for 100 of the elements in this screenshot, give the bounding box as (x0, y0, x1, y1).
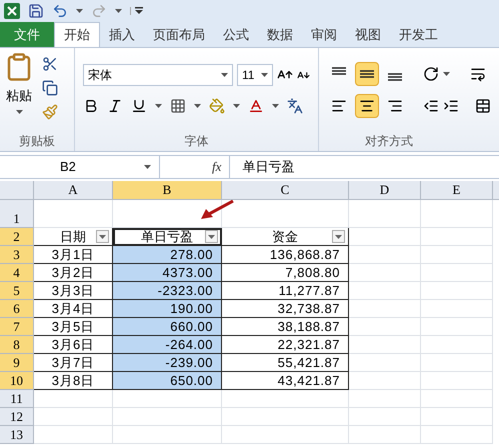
ribbon-tab[interactable]: 页面布局 (144, 22, 214, 47)
fill-color-icon[interactable] (209, 98, 225, 114)
empty-cell[interactable] (349, 426, 421, 444)
empty-cell[interactable] (349, 246, 421, 264)
copy-icon[interactable] (42, 80, 58, 96)
caret-icon[interactable] (194, 104, 201, 108)
font-size-field[interactable]: 11 (237, 64, 273, 86)
row-header[interactable]: 3 (0, 246, 34, 264)
row-header[interactable]: 8 (0, 336, 34, 354)
empty-cell[interactable] (349, 300, 421, 318)
wrap-text-icon[interactable] (470, 66, 486, 82)
increase-indent-icon[interactable] (443, 98, 459, 114)
orientation-icon[interactable] (423, 66, 439, 82)
empty-cell[interactable] (349, 390, 421, 408)
ribbon-tab[interactable]: 视图 (346, 22, 390, 47)
customize-toolbar-icon[interactable] (130, 7, 143, 15)
empty-cell[interactable] (349, 282, 421, 300)
empty-cell[interactable] (421, 228, 493, 246)
table-header-cell[interactable]: 日期 (34, 228, 113, 246)
empty-cell[interactable] (222, 390, 349, 408)
caret-icon[interactable] (16, 110, 22, 114)
ribbon-tab[interactable]: 审阅 (302, 22, 346, 47)
row-header[interactable]: 2 (0, 228, 34, 246)
filter-dropdown-icon[interactable] (205, 230, 218, 243)
empty-cell[interactable] (421, 390, 493, 408)
empty-cell[interactable] (222, 426, 349, 444)
caret-icon[interactable] (144, 165, 151, 169)
empty-cell[interactable] (349, 318, 421, 336)
empty-cell[interactable] (349, 372, 421, 390)
row-header[interactable]: 4 (0, 264, 34, 282)
formula-input[interactable]: 单日亏盈 (229, 156, 499, 178)
file-tab[interactable]: 文件 (0, 22, 54, 47)
format-painter-icon[interactable] (42, 104, 58, 120)
row-header[interactable]: 11 (0, 390, 34, 408)
column-header[interactable]: B (113, 181, 222, 199)
empty-cell[interactable] (421, 336, 493, 354)
empty-cell[interactable] (349, 408, 421, 426)
empty-cell[interactable] (222, 200, 349, 228)
italic-icon[interactable] (107, 98, 123, 114)
ribbon-tab[interactable]: 插入 (100, 22, 144, 47)
caret-icon[interactable] (261, 73, 268, 77)
caret-icon[interactable] (272, 104, 279, 108)
empty-cell[interactable] (421, 318, 493, 336)
caret-icon[interactable] (443, 72, 450, 76)
empty-cell[interactable] (349, 228, 421, 246)
caret-icon[interactable] (221, 73, 228, 77)
row-header[interactable]: 7 (0, 318, 34, 336)
empty-cell[interactable] (349, 336, 421, 354)
save-icon[interactable] (28, 3, 44, 19)
horizontal-align-button[interactable] (355, 94, 379, 118)
empty-cell[interactable] (421, 426, 493, 444)
empty-cell[interactable] (113, 408, 222, 426)
row-header[interactable]: 10 (0, 372, 34, 390)
empty-cell[interactable] (113, 390, 222, 408)
caret-icon[interactable] (155, 104, 162, 108)
ribbon-tab[interactable]: 开发工 (390, 22, 447, 47)
table-header-cell[interactable]: 单日亏盈 (113, 228, 222, 246)
undo-icon[interactable] (52, 3, 68, 19)
cut-icon[interactable] (42, 56, 58, 72)
empty-cell[interactable] (421, 354, 493, 372)
empty-cell[interactable] (421, 372, 493, 390)
row-header[interactable]: 12 (0, 408, 34, 426)
empty-cell[interactable] (421, 300, 493, 318)
empty-cell[interactable] (113, 426, 222, 444)
redo-icon[interactable] (91, 3, 107, 19)
paste-button[interactable]: 粘贴 (6, 86, 32, 106)
ribbon-tab[interactable]: 公式 (214, 22, 258, 47)
row-header[interactable]: 6 (0, 300, 34, 318)
table-header-cell[interactable]: 资金 (222, 228, 349, 246)
empty-cell[interactable] (421, 264, 493, 282)
font-color-icon[interactable] (248, 98, 264, 114)
font-name-field[interactable]: 宋体 (83, 64, 233, 86)
empty-cell[interactable] (421, 246, 493, 264)
column-header[interactable]: E (421, 181, 493, 199)
underline-icon[interactable] (131, 98, 147, 114)
row-header[interactable]: 9 (0, 354, 34, 372)
caret-icon[interactable] (233, 104, 240, 108)
row-header[interactable]: 13 (0, 426, 34, 444)
row-header[interactable]: 5 (0, 282, 34, 300)
ribbon-tab[interactable]: 开始 (54, 22, 100, 47)
caret-icon[interactable] (76, 9, 83, 13)
empty-cell[interactable] (421, 408, 493, 426)
decrease-indent-icon[interactable] (423, 98, 439, 114)
empty-cell[interactable] (349, 354, 421, 372)
filter-dropdown-icon[interactable] (332, 230, 345, 243)
name-box[interactable]: B2 (0, 156, 160, 178)
empty-cell[interactable] (421, 200, 493, 228)
empty-cell[interactable] (222, 408, 349, 426)
ribbon-tab[interactable]: 数据 (258, 22, 302, 47)
merge-cells-icon[interactable] (475, 98, 491, 114)
caret-icon[interactable] (115, 9, 122, 13)
row-header[interactable]: 1 (0, 200, 34, 228)
empty-cell[interactable] (349, 264, 421, 282)
filter-dropdown-icon[interactable] (96, 230, 109, 243)
column-header[interactable]: D (349, 181, 421, 199)
column-header[interactable]: C (222, 181, 349, 199)
border-icon[interactable] (170, 98, 186, 114)
empty-cell[interactable] (349, 200, 421, 228)
empty-cell[interactable] (421, 282, 493, 300)
vertical-align-button[interactable] (355, 62, 379, 86)
